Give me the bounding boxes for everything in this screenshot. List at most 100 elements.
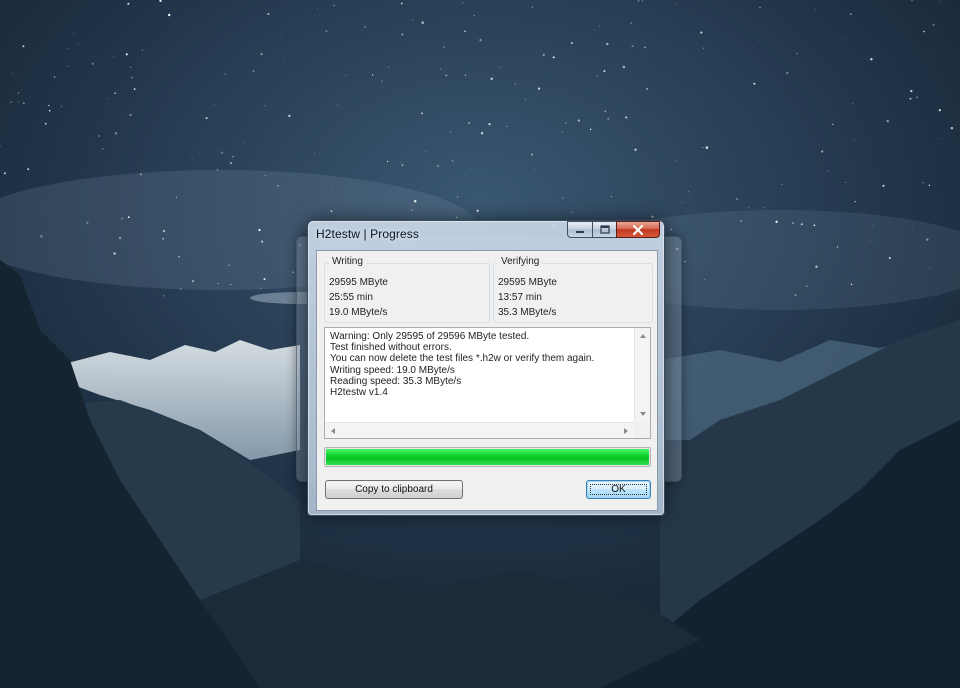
window-title: H2testw | Progress <box>316 227 419 241</box>
star <box>604 110 606 112</box>
result-log-text: Warning: Only 29595 of 29596 MByte teste… <box>330 331 636 398</box>
star <box>869 239 871 241</box>
star <box>243 141 244 143</box>
scroll-left-icon[interactable] <box>331 428 335 434</box>
star <box>333 4 335 7</box>
star <box>622 65 626 69</box>
star <box>421 21 424 24</box>
star <box>175 196 178 198</box>
star <box>445 74 448 77</box>
maximize-button[interactable] <box>592 221 616 238</box>
star <box>531 6 534 8</box>
star <box>456 195 459 198</box>
ok-button-label: OK <box>611 484 626 495</box>
star <box>763 207 765 209</box>
star <box>114 132 118 135</box>
star <box>922 182 924 184</box>
star <box>836 246 839 248</box>
star <box>542 53 545 57</box>
star <box>872 225 874 227</box>
star <box>217 282 219 285</box>
star <box>178 255 180 258</box>
log-line: Reading speed: 35.3 MByte/s <box>330 375 462 387</box>
scroll-up-icon[interactable] <box>640 334 646 338</box>
verifying-group: Verifying 29595 MByte 13:57 min 35.3 MBy… <box>493 256 653 323</box>
star <box>288 114 291 118</box>
star <box>695 95 697 97</box>
star <box>53 76 56 78</box>
star <box>858 170 859 171</box>
star <box>651 215 654 218</box>
star <box>827 170 829 172</box>
star <box>854 200 856 203</box>
star <box>476 209 479 212</box>
star <box>700 31 703 34</box>
maximize-icon <box>599 225 610 234</box>
star <box>27 168 30 171</box>
star <box>17 91 20 94</box>
star <box>637 0 640 2</box>
star <box>292 271 295 274</box>
scroll-down-icon[interactable] <box>640 412 646 416</box>
star <box>464 74 467 76</box>
star <box>794 294 797 297</box>
star <box>627 1 629 3</box>
star <box>449 131 452 133</box>
dialog-client-area: Writing 29595 MByte 25:55 min 19.0 MByte… <box>316 250 658 511</box>
star <box>870 57 873 61</box>
scroll-right-icon[interactable] <box>624 428 628 434</box>
horizontal-scrollbar[interactable] <box>325 422 634 438</box>
star <box>317 7 318 9</box>
star <box>596 75 599 78</box>
star <box>634 148 637 151</box>
ok-button[interactable]: OK <box>586 480 651 499</box>
star <box>113 56 115 58</box>
star <box>330 210 333 212</box>
star <box>283 61 285 62</box>
star <box>236 226 238 227</box>
star <box>939 1 941 2</box>
star <box>561 131 563 133</box>
star <box>114 92 116 94</box>
verifying-speed: 35.3 MByte/s <box>498 307 557 318</box>
star <box>577 119 580 122</box>
star <box>646 87 649 90</box>
star <box>928 184 931 187</box>
star <box>473 15 475 17</box>
star <box>22 45 25 48</box>
star <box>923 30 925 33</box>
title-bar[interactable]: H2testw | Progress <box>308 221 664 243</box>
close-button[interactable] <box>616 221 660 238</box>
star <box>797 179 798 181</box>
star <box>230 162 232 165</box>
star <box>213 104 215 106</box>
star <box>753 82 756 85</box>
copy-to-clipboard-button[interactable]: Copy to clipboard <box>325 480 463 499</box>
star <box>436 164 440 168</box>
star <box>464 30 466 32</box>
star <box>684 260 686 263</box>
star <box>220 151 224 155</box>
star <box>821 150 824 153</box>
star <box>443 46 445 48</box>
minimize-button[interactable] <box>567 221 592 238</box>
star <box>479 38 482 42</box>
star <box>412 19 414 21</box>
vertical-scrollbar[interactable] <box>634 328 650 422</box>
result-log-textbox[interactable]: Warning: Only 29595 of 29596 MByte teste… <box>324 327 651 439</box>
star <box>364 26 366 28</box>
star <box>565 122 567 124</box>
star <box>386 160 389 163</box>
star <box>748 207 750 209</box>
star <box>167 13 171 17</box>
star <box>607 117 610 121</box>
star <box>121 217 124 220</box>
star <box>781 183 783 186</box>
star <box>606 42 609 46</box>
star <box>345 74 347 76</box>
star <box>163 229 166 233</box>
star <box>12 73 14 75</box>
star <box>911 226 913 228</box>
star <box>255 286 257 288</box>
star <box>216 168 219 171</box>
